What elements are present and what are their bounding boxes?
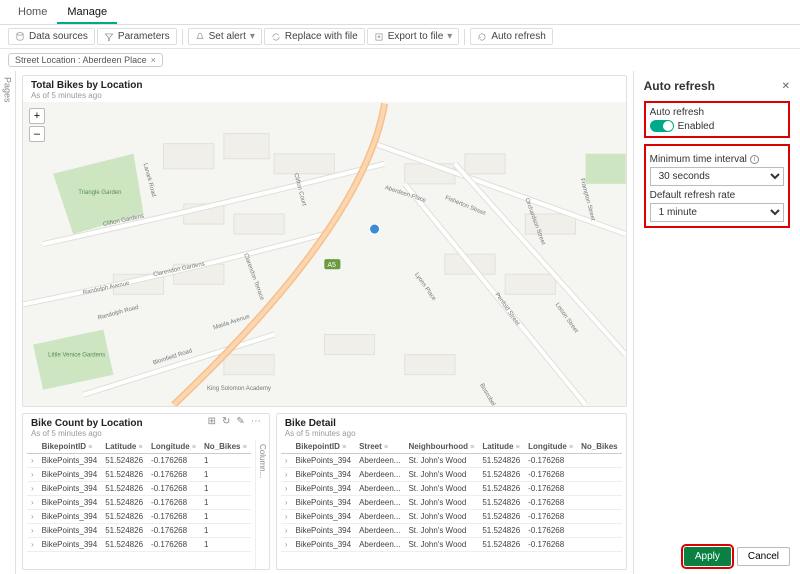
columns-rail[interactable]: Column...: [255, 440, 269, 569]
svg-text:Clifton Court: Clifton Court: [292, 173, 307, 207]
export-file-button[interactable]: Export to file ▾: [367, 28, 460, 45]
svg-text:Fisherton Street: Fisherton Street: [444, 195, 486, 217]
tab-manage[interactable]: Manage: [57, 0, 117, 24]
bike-detail-table[interactable]: BikepointID ≡ Street ≡ Neighbourhood ≡ L…: [281, 440, 622, 552]
table-row[interactable]: ›BikePoints_394Aberdeen...St. John's Woo…: [281, 510, 622, 524]
bike-detail-visual[interactable]: Bike Detail As of 5 minutes ago Bikepoin…: [276, 413, 627, 570]
table-row[interactable]: ›BikePoints_394Aberdeen...St. John's Woo…: [281, 468, 622, 482]
table-row[interactable]: ›BikePoints_394Aberdeen...St. John's Woo…: [281, 524, 622, 538]
svg-text:Lyons Place: Lyons Place: [413, 272, 437, 303]
svg-text:A5: A5: [327, 262, 336, 269]
bike-count-visual[interactable]: Bike Count by Location As of 5 minutes a…: [22, 413, 270, 570]
map-visual[interactable]: Total Bikes by Location As of 5 minutes …: [22, 75, 627, 407]
svg-text:Triangle Garden: Triangle Garden: [78, 190, 121, 196]
table-row[interactable]: ›BikePoints_39451.524826-0.1762681: [27, 468, 251, 482]
min-interval-select[interactable]: 30 seconds: [650, 167, 784, 186]
parameters-button[interactable]: Parameters: [97, 28, 177, 45]
default-rate-select[interactable]: 1 minute: [650, 203, 784, 222]
info-icon[interactable]: i: [750, 155, 759, 164]
drill-icon[interactable]: ⊞: [208, 416, 216, 427]
data-sources-button[interactable]: Data sources: [8, 28, 95, 45]
table-row[interactable]: ›BikePoints_39451.524826-0.1762681: [27, 454, 251, 468]
table-row[interactable]: ›BikePoints_39451.524826-0.1762681: [27, 538, 251, 552]
bike-count-table[interactable]: BikepointID ≡ Latitude ≡ Longitude ≡ No_…: [27, 440, 251, 552]
refresh-icon[interactable]: ↻: [222, 416, 230, 427]
close-icon[interactable]: ✕: [782, 81, 790, 92]
replace-icon: [271, 32, 281, 42]
database-icon: [15, 32, 25, 42]
pin-icon[interactable]: ✎: [236, 416, 244, 427]
table-row[interactable]: ›BikePoints_394Aberdeen...St. John's Woo…: [281, 482, 622, 496]
svg-text:Little Venice Gardens: Little Venice Gardens: [48, 353, 105, 359]
svg-text:Boscobel Street: Boscobel Street: [478, 383, 505, 407]
svg-text:Randolph Road: Randolph Road: [97, 305, 139, 322]
replace-file-button[interactable]: Replace with file: [264, 28, 365, 45]
chevron-down-icon: ▾: [447, 31, 452, 42]
table-row[interactable]: ›BikePoints_39451.524826-0.1762681: [27, 510, 251, 524]
table-row[interactable]: ›BikePoints_39451.524826-0.1762681: [27, 496, 251, 510]
table-row[interactable]: ›BikePoints_394Aberdeen...St. John's Woo…: [281, 496, 622, 510]
table-row[interactable]: ›BikePoints_39451.524826-0.1762681: [27, 482, 251, 496]
svg-text:Lanark Road: Lanark Road: [142, 163, 157, 198]
svg-text:Lisson Street: Lisson Street: [554, 302, 579, 334]
map-data-point[interactable]: [369, 224, 379, 234]
filter-pill[interactable]: Street Location : Aberdeen Place ×: [8, 53, 163, 67]
pages-rail[interactable]: Pages: [0, 71, 16, 574]
more-icon[interactable]: ⋯: [251, 416, 261, 427]
bell-icon: [195, 32, 205, 42]
auto-refresh-button[interactable]: Auto refresh: [470, 28, 552, 45]
svg-text:Clarendon Terrace: Clarendon Terrace: [242, 253, 265, 302]
svg-text:King Solomon Academy: King Solomon Academy: [207, 386, 271, 392]
map-subtitle: As of 5 minutes ago: [31, 91, 618, 100]
map-title: Total Bikes by Location: [31, 80, 618, 91]
refresh-icon: [477, 32, 487, 42]
zoom-in-button[interactable]: +: [29, 108, 45, 124]
tab-home[interactable]: Home: [8, 0, 57, 24]
set-alert-button[interactable]: Set alert ▾: [188, 28, 262, 45]
table-row[interactable]: ›BikePoints_39451.524826-0.1762681: [27, 524, 251, 538]
export-icon: [374, 32, 384, 42]
table-row[interactable]: ›BikePoints_394Aberdeen...St. John's Woo…: [281, 538, 622, 552]
table-row[interactable]: ›BikePoints_394Aberdeen...St. John's Woo…: [281, 454, 622, 468]
panel-title: Auto refresh: [644, 79, 715, 93]
apply-button[interactable]: Apply: [684, 547, 731, 566]
map-canvas[interactable]: Triangle Garden Little Venice Gardens: [23, 102, 626, 406]
svg-text:Penfold Street: Penfold Street: [493, 292, 520, 327]
cancel-button[interactable]: Cancel: [737, 547, 790, 566]
close-icon[interactable]: ×: [151, 55, 156, 65]
auto-refresh-toggle[interactable]: [650, 120, 674, 132]
auto-refresh-panel: Auto refresh ✕ Auto refresh Enabled Mini…: [633, 71, 800, 574]
chevron-down-icon: ▾: [250, 31, 255, 42]
filter-icon: [104, 32, 114, 42]
zoom-out-button[interactable]: –: [29, 126, 45, 142]
